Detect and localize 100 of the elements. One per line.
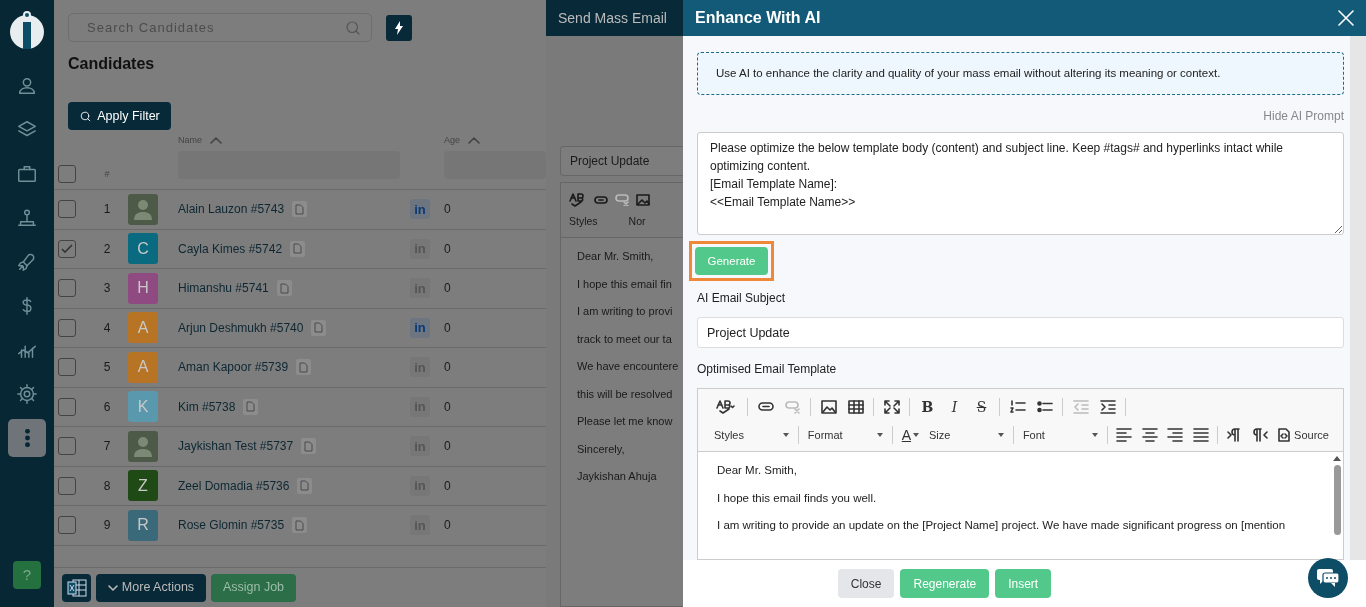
strike-button[interactable]: S <box>969 395 994 420</box>
more-actions-button[interactable]: More Actions <box>96 573 206 602</box>
document-icon[interactable] <box>276 280 292 297</box>
document-icon[interactable] <box>243 398 259 415</box>
document-icon[interactable] <box>290 240 306 257</box>
row-checkbox[interactable] <box>58 516 76 535</box>
avatar: H <box>128 272 158 304</box>
size-dropdown[interactable]: Size <box>925 423 1008 448</box>
subject-field[interactable]: Project Update <box>697 317 1344 349</box>
styles-dropdown[interactable]: Styles <box>569 214 598 230</box>
avatar: A <box>128 312 158 344</box>
assign-job-button[interactable]: Assign Job <box>211 573 296 602</box>
row-number: 8 <box>102 477 112 495</box>
document-icon[interactable] <box>301 438 317 455</box>
age-cell-text: 0 <box>444 201 452 219</box>
chat-icon <box>1316 568 1340 588</box>
age-cell-text: 0 <box>444 438 452 456</box>
italic-button[interactable]: I <box>942 395 967 420</box>
candidate-name-link[interactable]: Himanshu #5741 <box>178 279 269 298</box>
block-style-dropdown[interactable]: Nor <box>628 214 646 230</box>
row-checkbox[interactable] <box>58 279 76 298</box>
linkedin-link[interactable]: in <box>410 199 430 220</box>
row-checkbox[interactable] <box>58 397 76 416</box>
subject-field[interactable]: Project Update <box>560 146 683 176</box>
avatar: K <box>128 391 158 423</box>
scroll-up-icon[interactable] <box>1333 456 1341 462</box>
lightning-button[interactable] <box>386 14 412 41</box>
avatar: Z <box>128 470 158 502</box>
styles-dropdown[interactable]: Styles <box>710 423 793 448</box>
spellcheck-icon <box>716 400 736 415</box>
bold-button[interactable]: B <box>915 395 940 420</box>
settings-icon <box>16 383 38 405</box>
close-button[interactable] <box>1338 10 1354 26</box>
help-button[interactable]: ? <box>13 561 41 589</box>
candidate-name-link[interactable]: Kim #5738 <box>178 397 236 416</box>
text-color-button[interactable]: A <box>897 423 924 448</box>
search-icon <box>79 109 93 123</box>
candidate-name-link[interactable]: Alain Lauzon #5743 <box>178 200 285 219</box>
select-all-checkbox[interactable] <box>58 165 76 183</box>
sort-icon[interactable] <box>210 137 222 145</box>
age-cell-text: 0 <box>444 359 452 377</box>
prompt-field[interactable]: Please optimize the below template body (content) and subject line. Keep #tags# and hyperlinks intact while optimizing content. [Email Template Name]: <<Email Template Name>> <box>697 132 1344 236</box>
email-text: Please let me know <box>577 414 674 429</box>
page-title: Candidates <box>68 54 156 74</box>
row-number: 3 <box>102 280 112 298</box>
field-label: AI Email Subject <box>697 290 787 308</box>
more-icon <box>24 429 30 447</box>
document-icon[interactable] <box>311 319 327 336</box>
email-text: I hope this email finds you well. <box>717 490 878 506</box>
panel-title: Enhance With AI <box>695 8 821 28</box>
row-checkbox[interactable] <box>58 476 76 495</box>
generate-button[interactable]: Generate <box>695 247 768 276</box>
source-button[interactable]: Source <box>1274 423 1333 448</box>
document-icon[interactable] <box>292 517 308 534</box>
email-text: Jaykishan Ahuja <box>577 469 658 484</box>
candidate-name-link[interactable]: Cayla Kimes #5742 <box>178 239 283 258</box>
candidate-name-link[interactable]: Zeel Domadia #5736 <box>178 476 290 495</box>
email-text: I am writing to provi <box>577 304 674 319</box>
format-dropdown[interactable]: Format <box>803 423 887 448</box>
insert-button[interactable]: Insert <box>995 569 1052 598</box>
avatar: R <box>128 509 158 541</box>
unlink-icon[interactable] <box>615 194 629 206</box>
info-note: Use AI to enhance the clarity and quality of your mass email without altering its meaning or context. <box>697 52 1344 96</box>
row-checkbox[interactable] <box>58 200 76 219</box>
search-icon[interactable] <box>344 19 362 37</box>
row-checkbox[interactable] <box>58 437 76 456</box>
linkedin-link[interactable]: in <box>410 317 430 338</box>
candidate-name-link[interactable]: Jaykishan Test #5737 <box>178 437 294 456</box>
candidate-name-link[interactable]: Rose Glomin #5735 <box>178 516 285 535</box>
row-checkbox[interactable] <box>58 318 76 337</box>
logo-icon[interactable] <box>9 8 45 50</box>
spellcheck-icon[interactable] <box>569 193 587 207</box>
caret-icon <box>997 433 1004 438</box>
font-dropdown[interactable]: Font <box>1018 423 1102 448</box>
email-text: this will be resolved <box>577 386 674 402</box>
regenerate-button[interactable]: Regenerate <box>900 569 990 598</box>
hide-prompt-link[interactable]: Hide AI Prompt <box>1263 107 1344 126</box>
image-icon[interactable] <box>636 194 650 206</box>
row-checkbox[interactable] <box>58 239 76 258</box>
email-editor[interactable]: Styles Nor Dear Mr. Smith, I hope this email fin I am writing to provi track to meet our ta We have encountere this will be resolved Please let me know Sincerely, Jaykishan Ahuja <box>560 182 683 607</box>
sidebar-item[interactable] <box>8 419 46 457</box>
close-button[interactable]: Close <box>837 569 895 598</box>
sort-icon[interactable] <box>468 137 480 145</box>
document-icon[interactable] <box>296 359 312 376</box>
align-center-icon <box>1141 428 1158 443</box>
candidate-name-link[interactable]: Aman Kapoor #5739 <box>178 358 289 377</box>
lightning-icon <box>394 20 404 35</box>
scrollbar-thumb[interactable] <box>1333 465 1341 536</box>
document-icon[interactable] <box>292 201 308 218</box>
candidate-name-link[interactable]: Arjun Deshmukh #5740 <box>178 318 304 337</box>
template-editor[interactable]: B I S Styles Format A Size Font Source Dear Mr. Smith, I hope this email finds you well. I am writing to provide an update on the [Project Name] project. We have made significant progress on [mention <box>697 388 1344 560</box>
apply-filter-button[interactable]: Apply Filter <box>68 102 171 130</box>
document-icon[interactable] <box>297 477 313 494</box>
age-cell-text: 0 <box>444 280 452 298</box>
align-right-icon <box>1167 428 1184 443</box>
link-icon[interactable] <box>594 195 608 205</box>
avatar: A <box>128 351 158 383</box>
excel-export-button[interactable] <box>62 573 91 602</box>
scrollbar[interactable] <box>1350 36 1366 560</box>
row-checkbox[interactable] <box>58 358 76 377</box>
